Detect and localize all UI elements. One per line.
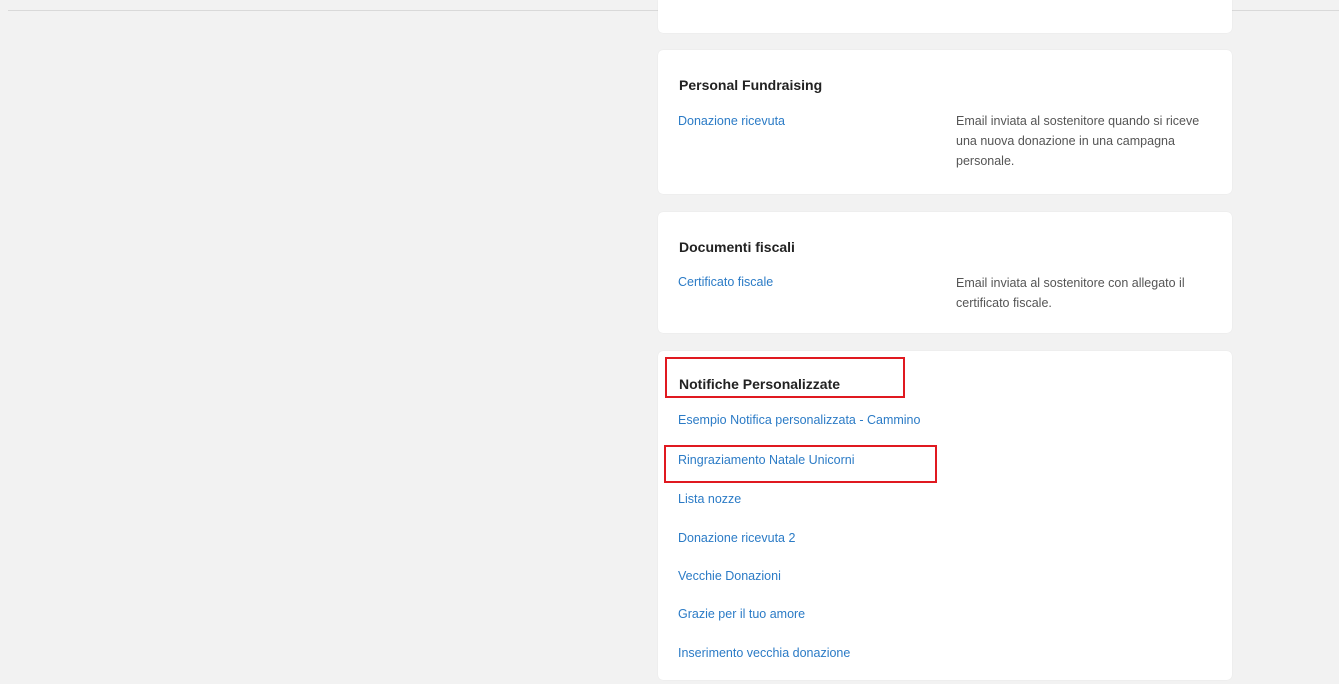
section-documenti-fiscali: Documenti fiscali Certificato fiscale Em… (658, 212, 1232, 333)
notification-link-donazione-ricevuta-2[interactable]: Donazione ricevuta 2 (678, 531, 795, 545)
previous-section-card (658, 0, 1232, 33)
notification-link-esempio-cammino[interactable]: Esempio Notifica personalizzata - Cammin… (678, 413, 920, 427)
notification-link-lista-nozze[interactable]: Lista nozze (678, 492, 741, 506)
notification-link-vecchie-donazioni[interactable]: Vecchie Donazioni (678, 569, 781, 583)
section-title: Personal Fundraising (679, 77, 823, 93)
notification-link-certificato-fiscale[interactable]: Certificato fiscale (678, 275, 773, 289)
notification-link-inserimento-vecchia-donazione[interactable]: Inserimento vecchia donazione (678, 646, 850, 660)
notification-description: Email inviata al sostenitore con allegat… (956, 276, 1185, 310)
section-title: Documenti fiscali (679, 239, 795, 255)
notification-link-grazie-amore[interactable]: Grazie per il tuo amore (678, 607, 805, 621)
notification-link-donazione-ricevuta[interactable]: Donazione ricevuta (678, 114, 785, 128)
notification-link-ringraziamento-natale[interactable]: Ringraziamento Natale Unicorni (678, 453, 854, 467)
notification-description: Email inviata al sostenitore quando si r… (956, 114, 1200, 168)
section-title: Notifiche Personalizzate (679, 376, 841, 392)
section-notifiche-personalizzate: Notifiche Personalizzate Esempio Notific… (658, 351, 1232, 680)
section-personal-fundraising: Personal Fundraising Donazione ricevuta … (658, 50, 1232, 194)
